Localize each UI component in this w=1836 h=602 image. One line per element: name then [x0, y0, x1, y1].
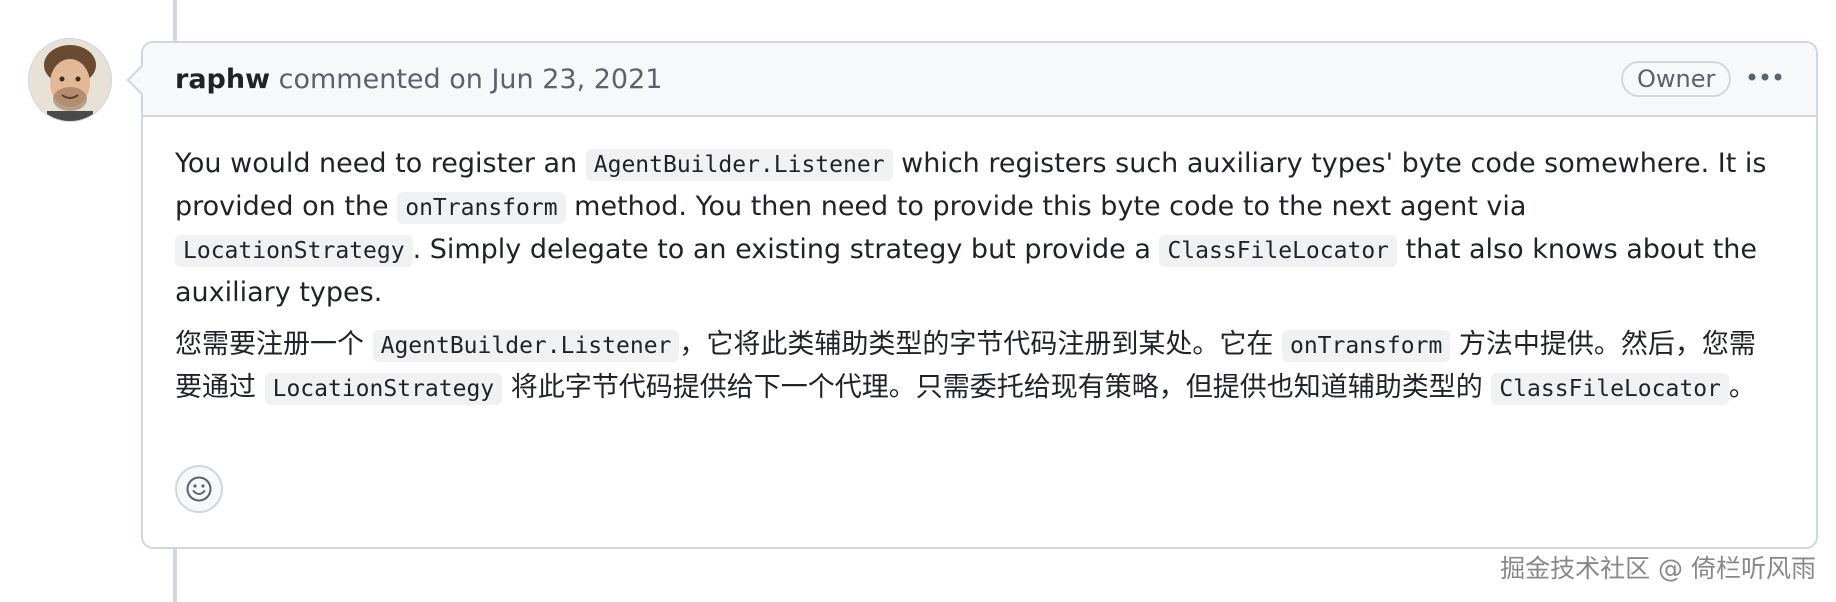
text-segment: 。 [1728, 372, 1756, 403]
add-reaction-button[interactable] [175, 465, 223, 513]
smiley-icon [186, 476, 212, 502]
code-locationstrategy: LocationStrategy [264, 373, 503, 405]
more-options-button[interactable] [1743, 61, 1787, 93]
comment-box: raphw commented on Jun 23, 2021 Owner Yo… [126, 41, 1818, 549]
owner-badge: Owner [1621, 61, 1732, 97]
text-segment: You would need to register an [175, 148, 586, 179]
code-classfilelocator: ClassFileLocator [1491, 373, 1729, 405]
code-agentbuilder-listener: AgentBuilder.Listener [585, 149, 893, 181]
comment-header: raphw commented on Jun 23, 2021 Owner [143, 43, 1816, 117]
comment-body: You would need to register an AgentBuild… [175, 143, 1775, 420]
code-classfilelocator: ClassFileLocator [1159, 235, 1398, 267]
comment-timestamp[interactable]: commented on Jun 23, 2021 [279, 64, 663, 95]
paragraph-english: You would need to register an AgentBuild… [175, 143, 1775, 314]
avatar[interactable] [28, 38, 112, 122]
code-ontransform: onTransform [1281, 330, 1451, 362]
text-segment: ，它将此类辅助类型的字节代码注册到某处。它在 [679, 329, 1282, 360]
kebab-horizontal-icon [1748, 73, 1782, 81]
text-segment: 将此字节代码提供给下一个代理。只需委托给现有策略，但提供也知道辅助类型的 [502, 372, 1492, 403]
code-ontransform: onTransform [397, 192, 566, 224]
author-name[interactable]: raphw [175, 64, 270, 95]
author-line: raphw commented on Jun 23, 2021 [175, 63, 662, 97]
text-segment: . Simply delegate to an existing strateg… [412, 234, 1160, 265]
code-agentbuilder-listener: AgentBuilder.Listener [372, 330, 680, 362]
text-segment: 您需要注册一个 [175, 329, 373, 360]
watermark: 掘金技术社区 @ 倚栏听风雨 [1500, 554, 1816, 583]
code-locationstrategy: LocationStrategy [175, 235, 413, 267]
text-segment: method. You then need to provide this by… [565, 191, 1527, 222]
paragraph-chinese: 您需要注册一个 AgentBuilder.Listener ，它将此类辅助类型的字… [175, 324, 1775, 410]
avatar-image [29, 39, 111, 121]
